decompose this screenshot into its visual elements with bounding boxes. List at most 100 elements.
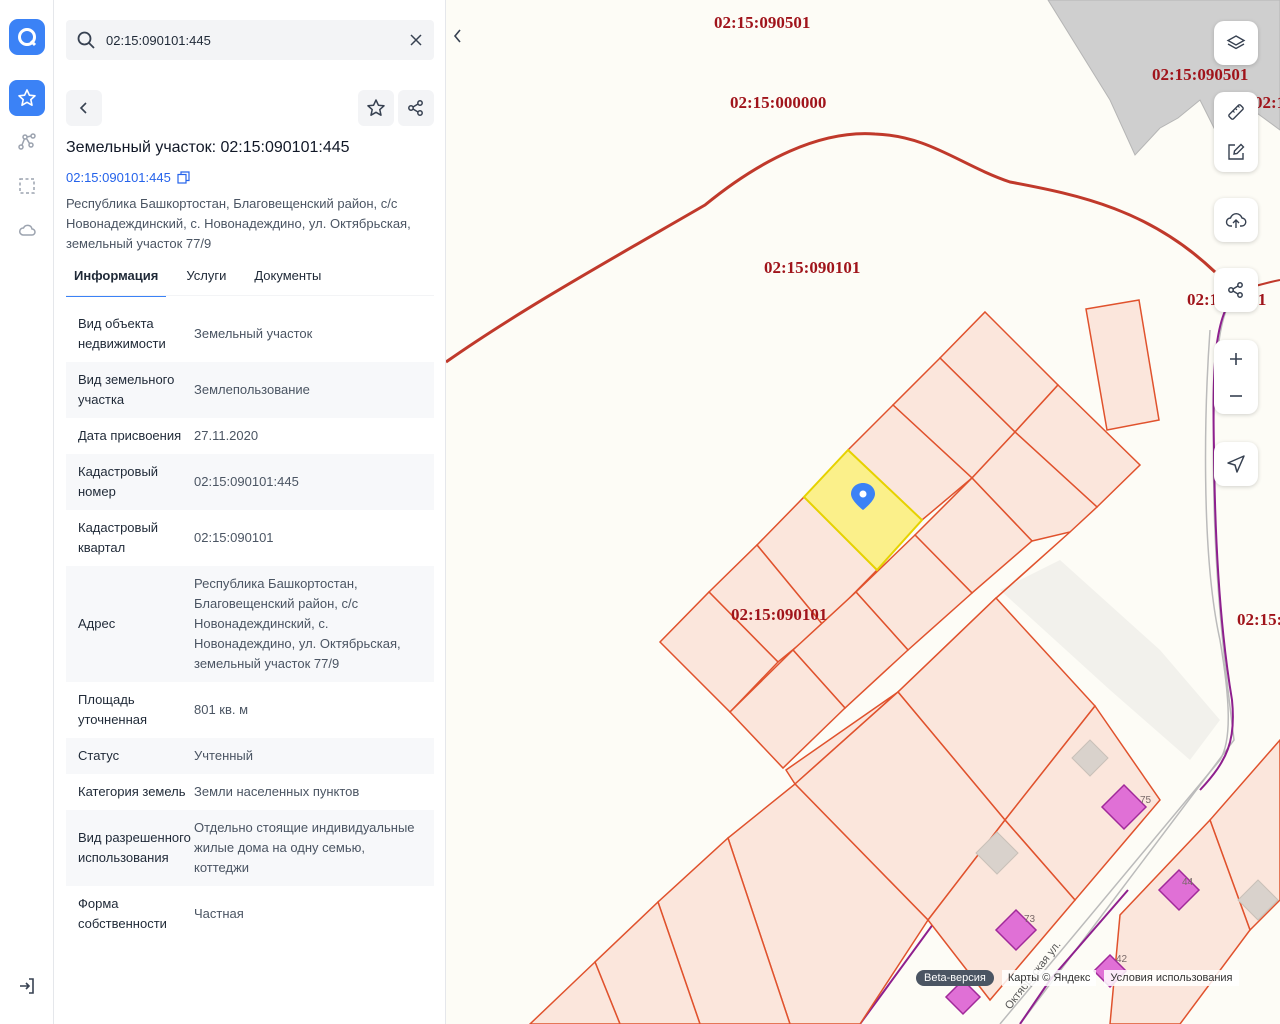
house-number: 42 <box>1116 954 1128 965</box>
layers-icon <box>1226 35 1246 50</box>
map-footer: Beta-версия Карты © Яндекс Условия испол… <box>916 970 1239 986</box>
property-label: Вид объекта недвижимости <box>78 316 166 351</box>
clear-search-button[interactable] <box>398 34 434 46</box>
property-label: Статус <box>78 748 120 763</box>
close-icon <box>410 34 422 46</box>
tab-information[interactable]: Информация <box>66 266 167 297</box>
left-rail <box>0 0 54 1024</box>
property-value: 02:15:090101 <box>194 530 274 545</box>
tab-services[interactable]: Услуги <box>178 266 234 297</box>
tabs-divider <box>66 295 434 296</box>
upload-button[interactable] <box>1214 198 1258 242</box>
back-button[interactable] <box>66 90 102 126</box>
dashed-square-icon <box>19 178 35 194</box>
property-value: 27.11.2020 <box>194 428 259 443</box>
property-value: Земли населенных пунктов <box>194 784 360 799</box>
ruler-button[interactable] <box>1214 92 1258 132</box>
property-label: Площадь уточненная <box>78 692 148 727</box>
table-row: Статус Учтенный <box>66 738 434 774</box>
zoom-controls <box>1214 340 1258 414</box>
table-row: Форма собственности Частная <box>66 886 434 942</box>
plus-icon <box>1230 352 1242 365</box>
select-area-nav-button[interactable] <box>9 168 45 204</box>
info-tabs: Информация Услуги Документы <box>66 266 341 297</box>
property-label: Кадастровый квартал <box>78 520 159 555</box>
table-row: Кадастровый квартал 02:15:090101 <box>66 510 434 566</box>
property-label: Дата присвоения <box>78 428 182 443</box>
cadastral-label: 02:15:000000 <box>730 93 826 112</box>
minus-icon <box>1230 394 1242 397</box>
table-row: Вид земельного участка Землепользование <box>66 362 434 418</box>
routes-nav-button[interactable] <box>9 124 45 160</box>
property-value: Республика Башкортостан, Благовещенский … <box>194 576 401 671</box>
share-icon <box>408 100 423 116</box>
collapse-panel-button[interactable] <box>446 20 470 52</box>
cloud-upload-icon <box>1225 213 1247 228</box>
cadastral-label: 02:15:090501 <box>714 13 810 32</box>
table-row: Категория земель Земли населенных пунктов <box>66 774 434 810</box>
zoom-out-button[interactable] <box>1214 377 1258 414</box>
edit-button[interactable] <box>1214 132 1258 172</box>
chevron-left-icon <box>79 102 87 114</box>
cadastral-number-text[interactable]: 02:15:090101:445 <box>66 170 171 185</box>
favorites-nav-button[interactable] <box>9 80 45 116</box>
properties-table: Вид объекта недвижимости Земельный участо… <box>66 306 434 942</box>
property-label: Вид земельного участка <box>78 372 175 407</box>
cadastral-label: 02:15:090501 <box>1152 65 1248 84</box>
copy-icon[interactable] <box>177 171 190 184</box>
house-number: 73 <box>1024 914 1036 925</box>
property-value: Земельный участок <box>194 326 313 341</box>
property-value: Отдельно стоящие индивидуальные жилые до… <box>194 820 415 875</box>
cadastral-label: 02:15: <box>1237 610 1280 629</box>
map-view[interactable]: 75 73 44 42 Октябрьская ул. 02:15:090501… <box>446 0 1280 1024</box>
navigation-arrow-icon <box>1227 455 1245 473</box>
ruler-icon <box>1228 104 1244 120</box>
zoom-in-button[interactable] <box>1214 340 1258 377</box>
layers-button[interactable] <box>1214 21 1258 65</box>
yandex-copyright[interactable]: Карты © Яндекс <box>1001 970 1097 986</box>
search-input[interactable] <box>106 32 398 48</box>
my-location-button[interactable] <box>1214 442 1258 486</box>
table-row: Дата присвоения 27.11.2020 <box>66 418 434 454</box>
cadastral-label: 02:15:090101 <box>731 605 827 624</box>
parcel[interactable] <box>1085 299 1160 431</box>
chevron-left-icon <box>453 29 461 43</box>
property-label: Адрес <box>78 616 116 631</box>
tab-documents[interactable]: Документы <box>246 266 329 297</box>
table-row: Площадь уточненная 801 кв. м <box>66 682 434 738</box>
search-bar <box>66 20 434 60</box>
measure-tools-group <box>1214 92 1258 172</box>
share-button[interactable] <box>398 90 434 126</box>
table-row: Вид разрешенного использования Отдельно с… <box>66 810 434 886</box>
property-value: Частная <box>194 906 244 921</box>
terms-link[interactable]: Условия использования <box>1104 970 1239 986</box>
cloud-icon <box>19 224 36 236</box>
table-row: Кадастровый номер 02:15:090101:445 <box>66 454 434 510</box>
house-number: 75 <box>1140 795 1152 806</box>
house-number: 44 <box>1182 877 1194 888</box>
property-value: Учтенный <box>194 748 254 763</box>
add-to-favorites-button[interactable] <box>358 90 394 126</box>
star-icon <box>367 99 385 116</box>
nodes-icon <box>18 133 36 150</box>
cloud-nav-button[interactable] <box>9 212 45 248</box>
property-label: Вид разрешенного использования <box>78 830 191 865</box>
edit-icon <box>1228 143 1245 160</box>
property-label: Кадастровый номер <box>78 464 159 499</box>
property-label: Категория земель <box>78 784 186 799</box>
property-value: 801 кв. м <box>194 702 249 717</box>
map-canvas[interactable]: 75 73 44 42 Октябрьская ул. 02:15:090501… <box>446 0 1280 1024</box>
logo-icon <box>18 28 37 47</box>
search-icon <box>66 30 106 50</box>
map-share-button[interactable] <box>1214 268 1258 312</box>
property-value: Землепользование <box>194 382 310 397</box>
object-title: Земельный участок: 02:15:090101:445 <box>66 139 350 156</box>
table-row: Адрес Республика Башкортостан, Благовещен… <box>66 566 434 682</box>
login-button[interactable] <box>9 968 45 1004</box>
info-panel: Земельный участок: 02:15:090101:445 02:1… <box>54 0 446 1024</box>
app-logo[interactable] <box>9 19 45 55</box>
cadastral-number-link[interactable]: 02:15:090101:445 <box>66 170 190 185</box>
cadastral-label: 02:15:090101 <box>764 258 860 277</box>
login-icon <box>20 978 34 994</box>
beta-badge: Beta-версия <box>916 970 994 986</box>
